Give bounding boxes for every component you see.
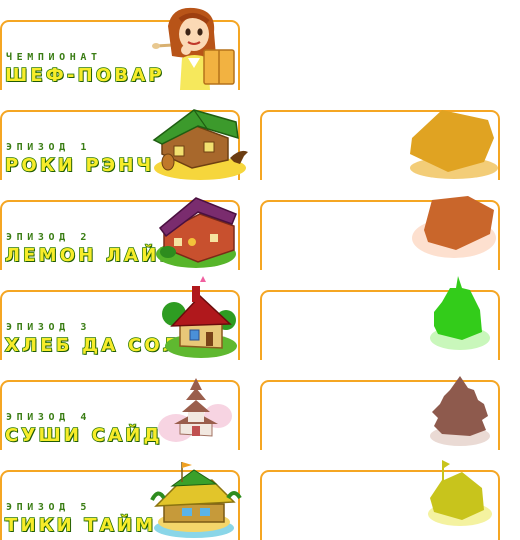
tiki-hut-icon bbox=[150, 462, 242, 538]
tiki-hut-locked-icon bbox=[428, 460, 492, 526]
lemon-lime-house-icon bbox=[156, 197, 237, 268]
episode-5-subtitle: ЭПИЗОД 5 bbox=[6, 502, 91, 513]
lemon-lime-house-locked-icon bbox=[412, 196, 496, 258]
episode-4-title: СУШИ САЙД bbox=[4, 424, 163, 447]
episode-1-subtitle: ЭПИЗОД 1 bbox=[6, 142, 91, 153]
episode-3-subtitle: ЭПИЗОД 3 bbox=[6, 322, 91, 333]
ranch-house-locked-icon bbox=[410, 110, 498, 179]
ranch-house-icon bbox=[152, 109, 248, 180]
championship-subtitle: ЧЕМПИОНАТ bbox=[6, 52, 102, 63]
championship-title: ШЕФ-ПОВАР bbox=[4, 64, 165, 87]
episode-2-subtitle: ЭПИЗОД 2 bbox=[6, 232, 91, 243]
episode-4-subtitle: ЭПИЗОД 4 bbox=[6, 412, 91, 423]
pagoda-icon bbox=[158, 378, 232, 442]
chef-girl-icon bbox=[152, 7, 235, 90]
pagoda-locked-icon bbox=[430, 376, 490, 446]
episode-1-title: РОКИ РЭНЧ bbox=[4, 154, 155, 177]
bread-salt-house-locked-icon bbox=[430, 276, 490, 350]
bread-salt-house-icon bbox=[162, 276, 237, 358]
episode-5-title: ТИКИ ТАЙМ bbox=[4, 514, 157, 537]
